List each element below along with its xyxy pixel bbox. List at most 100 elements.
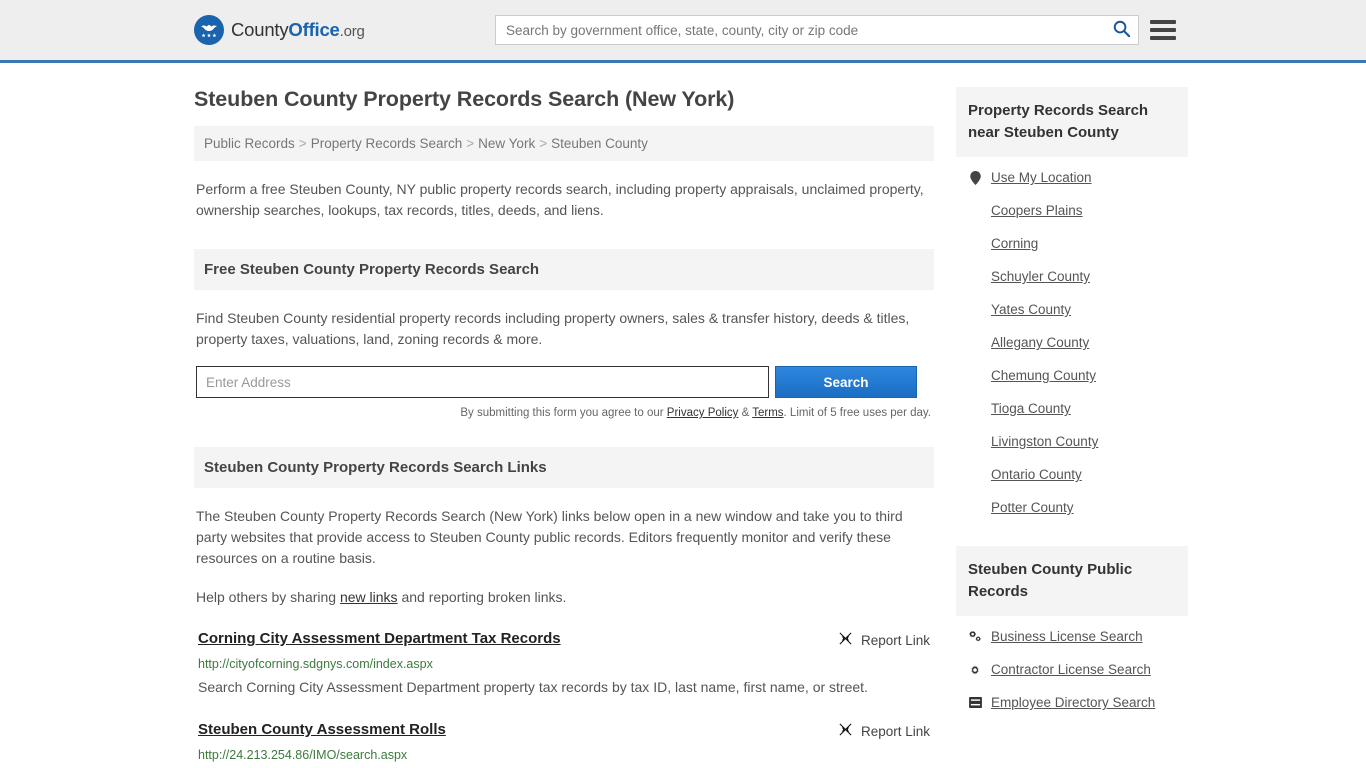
eagle-seal-icon <box>194 15 224 45</box>
result-link-title[interactable]: Steuben County Assessment Rolls <box>198 721 446 738</box>
sidebar-item-label[interactable]: Coopers Plains <box>991 203 1083 218</box>
terms-link[interactable]: Terms <box>752 407 783 419</box>
result-link-url: http://24.213.254.86/IMO/search.aspx <box>198 748 930 762</box>
broken-link-icon <box>838 722 853 740</box>
main-column: Steuben County Property Records Search (… <box>194 63 934 768</box>
sidebar-item-label[interactable]: Allegany County <box>991 335 1089 350</box>
sidebar-item-contractor-license-search[interactable]: Contractor License Search <box>968 653 1188 686</box>
sidebar-item-business-license-search[interactable]: Business License Search <box>968 620 1188 653</box>
fineprint-amp: & <box>738 407 752 419</box>
search-submit-button[interactable] <box>1104 16 1138 44</box>
brand-part-org: .org <box>340 23 365 40</box>
free-search-description: Find Steuben County residential property… <box>196 308 932 350</box>
sidebar-item-label[interactable]: Corning <box>991 236 1038 251</box>
sidebar-item-ontario-county[interactable]: Ontario County <box>968 458 1188 491</box>
links-section-body: The Steuben County Property Records Sear… <box>194 506 934 768</box>
sidebar-item-coopers-plains[interactable]: Coopers Plains <box>968 194 1188 227</box>
list-item: Steuben County Assessment Rolls Report L… <box>196 721 932 768</box>
sidebar-item-label[interactable]: Contractor License Search <box>991 662 1151 677</box>
hamburger-bar <box>1150 28 1176 32</box>
sidebar: Property Records Search near Steuben Cou… <box>956 63 1188 768</box>
search-icon <box>1112 19 1131 41</box>
breadcrumb: Public Records>Property Records Search>N… <box>194 126 934 161</box>
report-link-label: Report Link <box>861 724 930 739</box>
links-section-heading: Steuben County Property Records Search L… <box>194 447 934 488</box>
sidebar-item-label[interactable]: Yates County <box>991 302 1071 317</box>
links-section-help: Help others by sharing new links and rep… <box>196 587 932 608</box>
brand-part-office: Office <box>288 19 339 40</box>
result-link-url: http://cityofcorning.sdgnys.com/index.as… <box>198 657 930 671</box>
breadcrumb-item-property-records-search[interactable]: Property Records Search <box>311 136 463 151</box>
sidebar-item-employee-directory-search[interactable]: Employee Directory Search <box>968 686 1188 719</box>
form-fineprint: By submitting this form you agree to our… <box>196 407 932 419</box>
breadcrumb-item-steuben-county[interactable]: Steuben County <box>551 136 648 151</box>
hamburger-menu-icon[interactable] <box>1150 20 1176 40</box>
new-links-link[interactable]: new links <box>340 589 398 605</box>
address-search-button[interactable]: Search <box>775 366 917 398</box>
sidebar-block-public-records: Steuben County Public Records Business L… <box>956 546 1188 719</box>
list-item: Corning City Assessment Department Tax R… <box>196 630 932 699</box>
map-pin-icon <box>968 171 982 185</box>
sidebar-item-label[interactable]: Business License Search <box>991 629 1143 644</box>
result-link-description: Search Corning City Assessment Departmen… <box>198 675 930 699</box>
privacy-policy-link[interactable]: Privacy Policy <box>667 407 739 419</box>
sidebar-item-schuyler-county[interactable]: Schuyler County <box>968 260 1188 293</box>
sidebar-list: Business License Search Contractor Licen… <box>956 616 1188 719</box>
brand-part-county: County <box>231 19 288 40</box>
report-link-label: Report Link <box>861 633 930 648</box>
gear-icon <box>968 663 982 677</box>
report-link-button[interactable]: Report Link <box>838 721 930 740</box>
breadcrumb-item-new-york[interactable]: New York <box>478 136 535 151</box>
sidebar-item-label[interactable]: Ontario County <box>991 467 1082 482</box>
result-link-title[interactable]: Corning City Assessment Department Tax R… <box>198 630 561 647</box>
sidebar-heading: Property Records Search near Steuben Cou… <box>956 87 1188 157</box>
address-input[interactable] <box>196 366 769 398</box>
help-before: Help others by sharing <box>196 589 340 605</box>
sidebar-item-label[interactable]: Tioga County <box>991 401 1071 416</box>
sidebar-item-tioga-county[interactable]: Tioga County <box>968 392 1188 425</box>
site-logo[interactable]: CountyOffice.org <box>194 15 365 45</box>
page-body: Steuben County Property Records Search (… <box>0 63 1366 768</box>
sidebar-item-label[interactable]: Use My Location <box>991 170 1092 185</box>
page-title: Steuben County Property Records Search (… <box>194 87 934 112</box>
sidebar-item-corning[interactable]: Corning <box>968 227 1188 260</box>
sidebar-item-label[interactable]: Chemung County <box>991 368 1096 383</box>
breadcrumb-separator: > <box>466 136 474 151</box>
breadcrumb-separator: > <box>299 136 307 151</box>
sidebar-item-livingston-county[interactable]: Livingston County <box>968 425 1188 458</box>
brand-text: CountyOffice.org <box>231 19 365 41</box>
intro-paragraph: Perform a free Steuben County, NY public… <box>194 179 934 221</box>
sidebar-item-label[interactable]: Schuyler County <box>991 269 1090 284</box>
free-search-heading: Free Steuben County Property Records Sea… <box>194 249 934 290</box>
sidebar-list: Use My Location Coopers Plains Corning S… <box>956 157 1188 524</box>
free-search-body: Find Steuben County residential property… <box>194 308 934 419</box>
hamburger-bar <box>1150 20 1176 24</box>
fineprint-before: By submitting this form you agree to our <box>460 407 666 419</box>
sidebar-item-label[interactable]: Employee Directory Search <box>991 695 1155 710</box>
sidebar-item-potter-county[interactable]: Potter County <box>968 491 1188 524</box>
search-input[interactable] <box>496 16 1104 44</box>
sidebar-item-yates-county[interactable]: Yates County <box>968 293 1188 326</box>
link-header-row: Steuben County Assessment Rolls Report L… <box>198 721 930 740</box>
broken-link-icon <box>838 631 853 649</box>
sidebar-heading: Steuben County Public Records <box>956 546 1188 616</box>
sidebar-item-allegany-county[interactable]: Allegany County <box>968 326 1188 359</box>
sidebar-item-chemung-county[interactable]: Chemung County <box>968 359 1188 392</box>
fineprint-after: . Limit of 5 free uses per day. <box>784 407 931 419</box>
sidebar-item-label[interactable]: Potter County <box>991 500 1074 515</box>
breadcrumb-separator: > <box>539 136 547 151</box>
address-search-form: Search <box>196 366 932 398</box>
help-after: and reporting broken links. <box>398 589 567 605</box>
breadcrumb-item-public-records[interactable]: Public Records <box>204 136 295 151</box>
list-icon <box>968 697 982 708</box>
links-section-paragraph: The Steuben County Property Records Sear… <box>196 506 932 569</box>
sidebar-item-use-my-location[interactable]: Use My Location <box>968 161 1188 194</box>
site-header: CountyOffice.org <box>0 0 1366 63</box>
sidebar-item-label[interactable]: Livingston County <box>991 434 1098 449</box>
sidebar-block-nearby: Property Records Search near Steuben Cou… <box>956 87 1188 524</box>
hamburger-bar <box>1150 36 1176 40</box>
link-header-row: Corning City Assessment Department Tax R… <box>198 630 930 649</box>
global-search-bar[interactable] <box>495 15 1139 45</box>
cogs-icon <box>968 630 982 643</box>
report-link-button[interactable]: Report Link <box>838 630 930 649</box>
